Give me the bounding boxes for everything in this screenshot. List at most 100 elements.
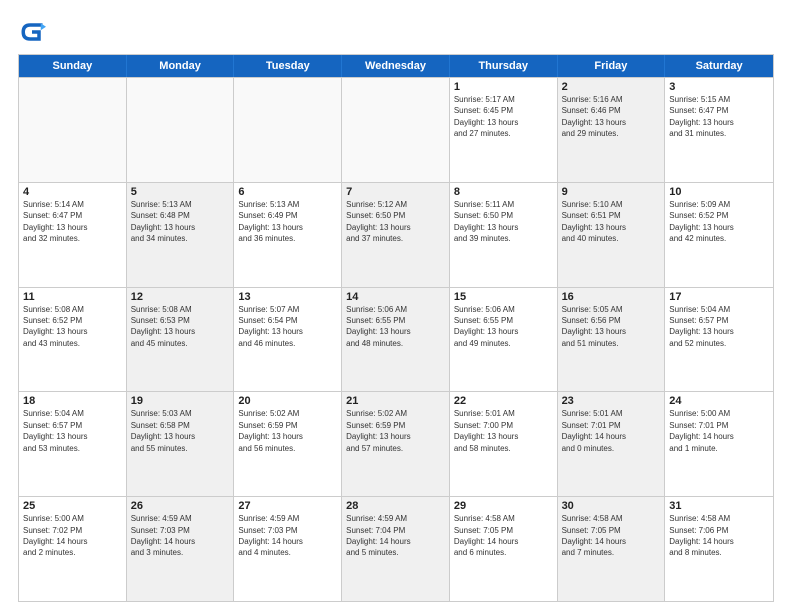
cell-line: Daylight: 13 hours bbox=[23, 223, 122, 233]
cell-line: Daylight: 13 hours bbox=[131, 432, 230, 442]
calendar-cell-r1c4: 8Sunrise: 5:11 AMSunset: 6:50 PMDaylight… bbox=[450, 183, 558, 287]
day-number: 8 bbox=[454, 186, 553, 198]
day-number: 16 bbox=[562, 291, 661, 303]
day-number: 17 bbox=[669, 291, 769, 303]
cell-line: Sunrise: 5:00 AM bbox=[23, 514, 122, 524]
cell-line: and 27 minutes. bbox=[454, 129, 553, 139]
calendar-cell-r2c6: 17Sunrise: 5:04 AMSunset: 6:57 PMDayligh… bbox=[665, 288, 773, 392]
page: SundayMondayTuesdayWednesdayThursdayFrid… bbox=[0, 0, 792, 612]
cell-line: and 40 minutes. bbox=[562, 234, 661, 244]
cell-line: Sunrise: 5:11 AM bbox=[454, 200, 553, 210]
cell-line: Daylight: 14 hours bbox=[346, 537, 445, 547]
calendar-cell-r4c0: 25Sunrise: 5:00 AMSunset: 7:02 PMDayligh… bbox=[19, 497, 127, 601]
calendar-cell-r4c1: 26Sunrise: 4:59 AMSunset: 7:03 PMDayligh… bbox=[127, 497, 235, 601]
cell-line: Sunrise: 5:13 AM bbox=[131, 200, 230, 210]
cell-line: Sunrise: 5:17 AM bbox=[454, 95, 553, 105]
calendar-row-0: 1Sunrise: 5:17 AMSunset: 6:45 PMDaylight… bbox=[19, 77, 773, 182]
header bbox=[18, 18, 774, 46]
cell-line: Sunset: 7:01 PM bbox=[562, 421, 661, 431]
calendar-cell-r2c4: 15Sunrise: 5:06 AMSunset: 6:55 PMDayligh… bbox=[450, 288, 558, 392]
cell-line: Daylight: 13 hours bbox=[238, 223, 337, 233]
cell-line: Sunrise: 5:06 AM bbox=[454, 305, 553, 315]
cell-line: Sunrise: 5:04 AM bbox=[23, 409, 122, 419]
calendar: SundayMondayTuesdayWednesdayThursdayFrid… bbox=[18, 54, 774, 602]
calendar-cell-r0c2 bbox=[234, 78, 342, 182]
cell-line: and 45 minutes. bbox=[131, 339, 230, 349]
cell-line: Daylight: 13 hours bbox=[454, 118, 553, 128]
day-number: 12 bbox=[131, 291, 230, 303]
cell-line: and 51 minutes. bbox=[562, 339, 661, 349]
cell-line: Daylight: 13 hours bbox=[131, 223, 230, 233]
cell-line: Sunset: 6:47 PM bbox=[23, 211, 122, 221]
weekday-header-wednesday: Wednesday bbox=[342, 55, 450, 77]
cell-line: and 8 minutes. bbox=[669, 548, 769, 558]
cell-line: and 42 minutes. bbox=[669, 234, 769, 244]
calendar-row-2: 11Sunrise: 5:08 AMSunset: 6:52 PMDayligh… bbox=[19, 287, 773, 392]
calendar-cell-r3c3: 21Sunrise: 5:02 AMSunset: 6:59 PMDayligh… bbox=[342, 392, 450, 496]
calendar-cell-r2c1: 12Sunrise: 5:08 AMSunset: 6:53 PMDayligh… bbox=[127, 288, 235, 392]
cell-line: Sunset: 6:49 PM bbox=[238, 211, 337, 221]
cell-line: and 7 minutes. bbox=[562, 548, 661, 558]
cell-line: Sunrise: 5:02 AM bbox=[238, 409, 337, 419]
cell-line: Sunrise: 4:59 AM bbox=[346, 514, 445, 524]
day-number: 31 bbox=[669, 500, 769, 512]
cell-line: Sunset: 7:05 PM bbox=[454, 526, 553, 536]
calendar-cell-r0c3 bbox=[342, 78, 450, 182]
day-number: 6 bbox=[238, 186, 337, 198]
cell-line: Daylight: 14 hours bbox=[131, 537, 230, 547]
cell-line: Sunset: 7:04 PM bbox=[346, 526, 445, 536]
cell-line: and 52 minutes. bbox=[669, 339, 769, 349]
calendar-cell-r0c1 bbox=[127, 78, 235, 182]
calendar-cell-r0c5: 2Sunrise: 5:16 AMSunset: 6:46 PMDaylight… bbox=[558, 78, 666, 182]
cell-line: Daylight: 13 hours bbox=[562, 223, 661, 233]
day-number: 27 bbox=[238, 500, 337, 512]
cell-line: and 46 minutes. bbox=[238, 339, 337, 349]
day-number: 15 bbox=[454, 291, 553, 303]
calendar-cell-r4c5: 30Sunrise: 4:58 AMSunset: 7:05 PMDayligh… bbox=[558, 497, 666, 601]
weekday-header-sunday: Sunday bbox=[19, 55, 127, 77]
cell-line: Sunset: 7:00 PM bbox=[454, 421, 553, 431]
day-number: 2 bbox=[562, 81, 661, 93]
cell-line: Sunrise: 4:58 AM bbox=[669, 514, 769, 524]
cell-line: Sunset: 6:48 PM bbox=[131, 211, 230, 221]
day-number: 18 bbox=[23, 395, 122, 407]
cell-line: Daylight: 13 hours bbox=[238, 432, 337, 442]
cell-line: and 56 minutes. bbox=[238, 444, 337, 454]
weekday-header-thursday: Thursday bbox=[450, 55, 558, 77]
cell-line: Daylight: 13 hours bbox=[346, 327, 445, 337]
weekday-header-friday: Friday bbox=[558, 55, 666, 77]
cell-line: and 34 minutes. bbox=[131, 234, 230, 244]
cell-line: and 29 minutes. bbox=[562, 129, 661, 139]
weekday-header-tuesday: Tuesday bbox=[234, 55, 342, 77]
cell-line: Daylight: 14 hours bbox=[23, 537, 122, 547]
cell-line: Daylight: 13 hours bbox=[669, 327, 769, 337]
cell-line: Daylight: 14 hours bbox=[238, 537, 337, 547]
cell-line: and 43 minutes. bbox=[23, 339, 122, 349]
cell-line: Sunrise: 5:14 AM bbox=[23, 200, 122, 210]
cell-line: Sunrise: 5:13 AM bbox=[238, 200, 337, 210]
calendar-cell-r3c1: 19Sunrise: 5:03 AMSunset: 6:58 PMDayligh… bbox=[127, 392, 235, 496]
cell-line: Sunrise: 5:10 AM bbox=[562, 200, 661, 210]
cell-line: and 5 minutes. bbox=[346, 548, 445, 558]
day-number: 11 bbox=[23, 291, 122, 303]
cell-line: Sunset: 6:50 PM bbox=[346, 211, 445, 221]
day-number: 1 bbox=[454, 81, 553, 93]
cell-line: Sunset: 7:03 PM bbox=[238, 526, 337, 536]
calendar-cell-r4c2: 27Sunrise: 4:59 AMSunset: 7:03 PMDayligh… bbox=[234, 497, 342, 601]
day-number: 30 bbox=[562, 500, 661, 512]
cell-line: and 36 minutes. bbox=[238, 234, 337, 244]
calendar-cell-r3c5: 23Sunrise: 5:01 AMSunset: 7:01 PMDayligh… bbox=[558, 392, 666, 496]
cell-line: Daylight: 13 hours bbox=[131, 327, 230, 337]
calendar-cell-r1c3: 7Sunrise: 5:12 AMSunset: 6:50 PMDaylight… bbox=[342, 183, 450, 287]
calendar-row-3: 18Sunrise: 5:04 AMSunset: 6:57 PMDayligh… bbox=[19, 391, 773, 496]
cell-line: Sunrise: 5:15 AM bbox=[669, 95, 769, 105]
cell-line: Sunrise: 5:16 AM bbox=[562, 95, 661, 105]
cell-line: and 58 minutes. bbox=[454, 444, 553, 454]
calendar-row-4: 25Sunrise: 5:00 AMSunset: 7:02 PMDayligh… bbox=[19, 496, 773, 601]
cell-line: Sunrise: 4:58 AM bbox=[454, 514, 553, 524]
calendar-header: SundayMondayTuesdayWednesdayThursdayFrid… bbox=[19, 55, 773, 77]
cell-line: and 32 minutes. bbox=[23, 234, 122, 244]
cell-line: Sunrise: 4:58 AM bbox=[562, 514, 661, 524]
day-number: 24 bbox=[669, 395, 769, 407]
day-number: 4 bbox=[23, 186, 122, 198]
